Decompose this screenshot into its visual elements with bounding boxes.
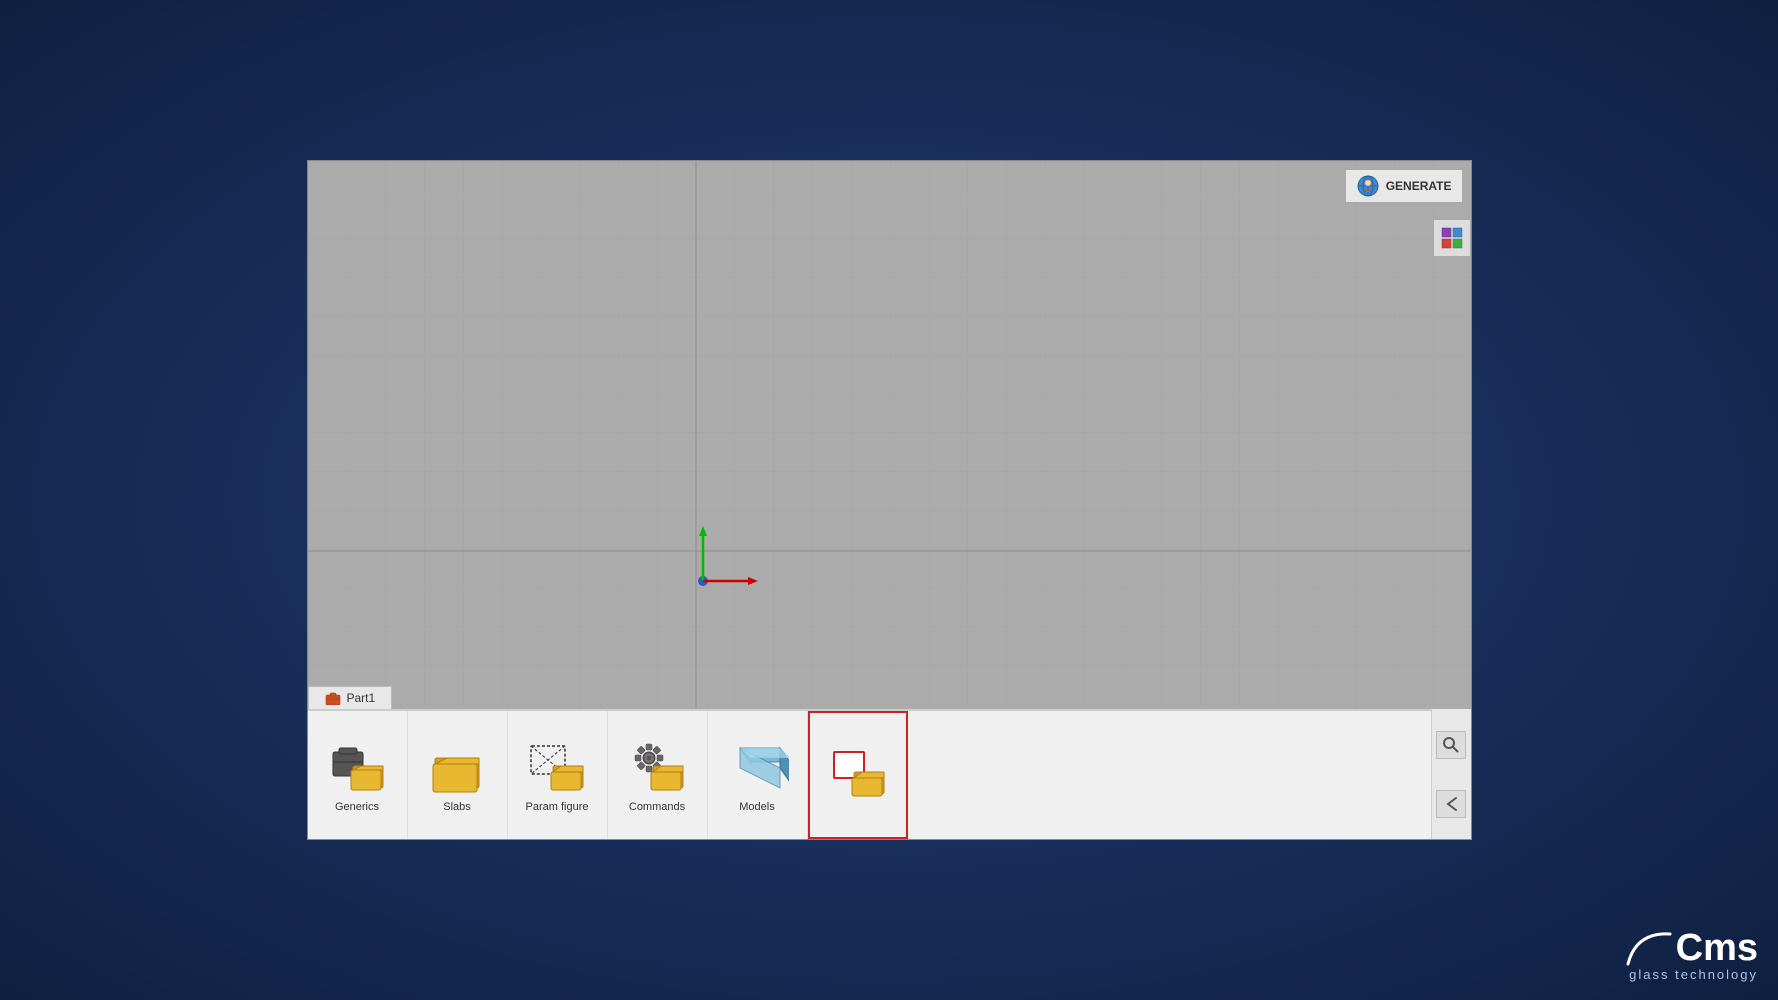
category-models[interactable]: Models bbox=[708, 711, 808, 839]
grid-svg bbox=[308, 161, 1471, 711]
slabs-label: Slabs bbox=[443, 801, 471, 813]
zoom-button[interactable] bbox=[1436, 731, 1466, 759]
part-tab-icon bbox=[325, 691, 341, 705]
last-item-icon bbox=[826, 744, 890, 802]
view-switch-button[interactable] bbox=[1433, 219, 1471, 257]
axis-indicator bbox=[683, 521, 763, 606]
models-label: Models bbox=[739, 801, 774, 813]
commands-icon-wrapper bbox=[625, 737, 689, 797]
search-zoom-icon bbox=[1442, 736, 1460, 754]
back-icon bbox=[1442, 795, 1460, 813]
view-switch-icon bbox=[1440, 226, 1464, 250]
part-tab[interactable]: Part1 bbox=[308, 686, 393, 709]
application-background: GENERATE bbox=[0, 0, 1778, 1000]
bottom-bar: Generics Slabs bbox=[308, 709, 1471, 839]
models-icon-wrapper bbox=[725, 737, 789, 797]
cms-logo: Cms glass technology bbox=[1626, 929, 1758, 982]
axis-svg bbox=[683, 521, 763, 601]
category-last[interactable] bbox=[808, 711, 908, 839]
categories-area: Generics Slabs bbox=[308, 711, 1471, 839]
tab-area: Part1 bbox=[308, 686, 393, 709]
category-generics[interactable]: Generics bbox=[308, 711, 408, 839]
generics-label: Generics bbox=[335, 801, 379, 813]
param-figure-icon bbox=[525, 738, 589, 796]
slabs-icon bbox=[425, 738, 489, 796]
last-item-icon-wrapper bbox=[826, 743, 890, 803]
generics-icon bbox=[325, 738, 389, 796]
param-figure-label: Param figure bbox=[526, 801, 589, 813]
back-button[interactable] bbox=[1436, 790, 1466, 818]
models-icon bbox=[725, 738, 789, 796]
cms-name: Cms bbox=[1676, 929, 1758, 967]
right-toolbar bbox=[1431, 709, 1471, 839]
cms-swoosh-icon bbox=[1626, 930, 1672, 966]
commands-icon bbox=[625, 738, 689, 796]
commands-label: Commands bbox=[629, 801, 685, 813]
category-slabs[interactable]: Slabs bbox=[408, 711, 508, 839]
category-commands[interactable]: Commands bbox=[608, 711, 708, 839]
generate-icon bbox=[1356, 174, 1380, 198]
generics-icon-wrapper bbox=[325, 737, 389, 797]
generate-label: GENERATE bbox=[1386, 179, 1452, 193]
generate-button[interactable]: GENERATE bbox=[1345, 169, 1463, 203]
part-tab-label: Part1 bbox=[347, 691, 376, 705]
param-figure-icon-wrapper bbox=[525, 737, 589, 797]
app-window: GENERATE bbox=[307, 160, 1472, 840]
cms-subtitle: glass technology bbox=[1629, 967, 1758, 982]
slabs-icon-wrapper bbox=[425, 737, 489, 797]
category-param-figure[interactable]: Param figure bbox=[508, 711, 608, 839]
canvas-area[interactable]: GENERATE bbox=[308, 161, 1471, 711]
